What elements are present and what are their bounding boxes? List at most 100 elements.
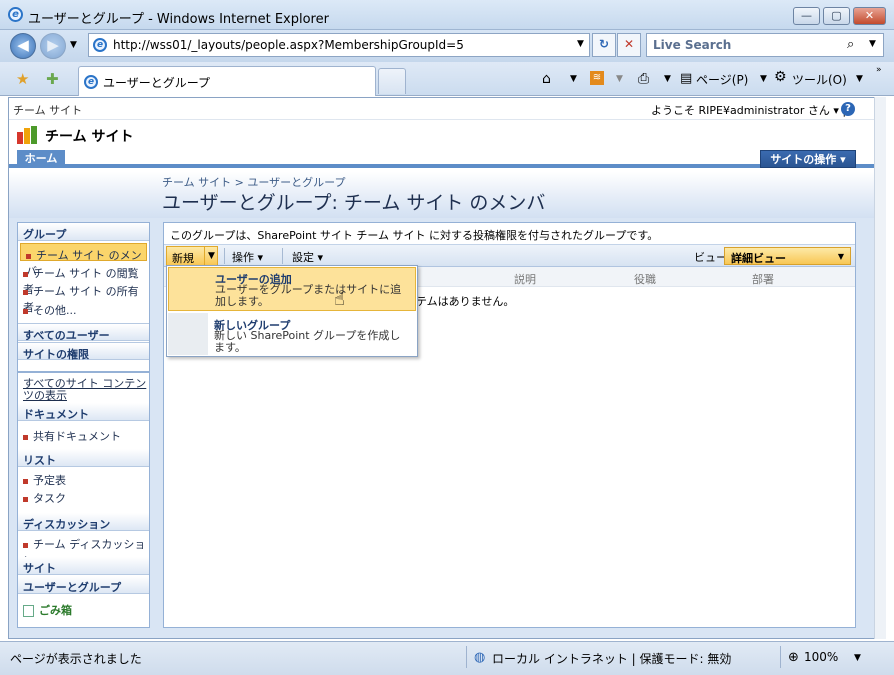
nav-label: 予定表 [33,474,66,487]
address-input[interactable]: e http://wss01/_layouts/people.aspx?Memb… [88,33,590,57]
status-bar: ページが表示されました ◍ ローカル イントラネット | 保護モード: 無効 ⊕… [0,641,894,675]
nav-label: タスク [33,492,66,505]
zoom-dropdown-icon[interactable]: ▼ [854,653,861,663]
recycle-bin-icon [23,605,34,617]
tab-home[interactable]: ホーム [17,150,65,168]
feeds-icon[interactable]: ≋ [590,71,604,85]
window-titlebar: e ユーザーとグループ - Windows Internet Explorer … [0,0,894,30]
page-menu[interactable]: ページ(P) [696,71,748,88]
home-dropdown-icon[interactable]: ▼ [570,74,577,84]
welcome-text: ようこそ RIPE¥administrator さん [651,104,830,117]
print-icon[interactable]: ⎙ [638,71,649,87]
nav-recycle-bin[interactable]: ごみ箱 [18,599,149,617]
favorites-star-icon[interactable]: ★ [16,70,29,88]
nav-label: ごみ箱 [39,604,72,617]
nav-group-visitors[interactable]: チーム サイト の閲覧者 [18,262,149,296]
bullet-icon [23,308,28,314]
tools-gear-icon: ⚙ [774,69,787,85]
status-text: ページが表示されました [10,652,142,666]
security-zone[interactable]: ローカル イントラネット | 保護モード: 無効 [492,650,731,667]
status-divider [780,646,781,668]
page-menu-arrow-icon[interactable]: ▼ [760,74,767,84]
status-divider [466,646,467,668]
back-button[interactable]: ◀ [10,33,36,59]
nav-all-users[interactable]: すべてのユーザー [18,323,149,342]
search-icon[interactable]: ⌕ [847,37,854,52]
address-url: http://wss01/_layouts/people.aspx?Member… [113,38,464,52]
bullet-icon [23,496,28,502]
nav-all-content[interactable]: すべてのサイト コンテンツの表示 [18,375,149,403]
address-dropdown-icon[interactable]: ▼ [577,39,584,49]
new-tab-button[interactable] [378,68,406,94]
history-dropdown-icon[interactable]: ▼ [70,40,77,50]
nav-site-permissions[interactable]: サイトの権限 [18,342,149,361]
nav-people-groups[interactable]: ユーザーとグループ [18,576,149,594]
maximize-button[interactable]: ▢ [823,7,850,25]
settings-label: 設定 [292,251,314,264]
view-selector[interactable]: 詳細ビュー ▼ [724,247,851,265]
actions-menu[interactable]: 操作 ▾ [232,249,263,265]
quick-launch: グループ チーム サイト のメンバ チーム サイト の閲覧者 チーム サイト の… [17,222,150,628]
top-navigation [9,148,879,168]
nav-sites[interactable]: サイト [18,557,149,575]
top-site-link[interactable]: チーム サイト [13,102,82,118]
ie-logo-icon: e [8,7,23,22]
zoom-level[interactable]: 100% [804,650,838,664]
zoom-icon: ⊕ [788,650,799,665]
chevron-more-icon[interactable]: » [876,65,882,75]
forward-button[interactable]: ▶ [40,33,66,59]
nav-group-owners[interactable]: チーム サイト の所有者 [18,280,149,314]
groups-header[interactable]: グループ [18,223,149,241]
minimize-button[interactable]: — [793,7,820,25]
home-icon[interactable]: ⌂ [542,71,551,87]
print-dropdown-icon[interactable]: ▼ [664,74,671,84]
nav-team-discussion[interactable]: チーム ディスカッション [18,533,149,567]
col-department[interactable]: 部署 [752,271,774,287]
search-dropdown-icon[interactable]: ▼ [869,39,876,49]
new-dropdown-icon[interactable]: ▼ [204,247,218,265]
site-actions-menu[interactable]: サイトの操作 ▾ [760,150,856,168]
close-button[interactable]: ✕ [853,7,886,25]
new-menu-button[interactable]: 新規 ▼ [166,246,218,266]
menu-gutter [168,313,208,355]
refresh-button[interactable]: ↻ [592,33,616,57]
nav-group-members[interactable]: チーム サイト のメンバ [20,243,147,278]
nav-lists[interactable]: リスト [18,449,149,467]
settings-menu[interactable]: 設定 ▾ [292,249,323,265]
feeds-dropdown-icon[interactable]: ▼ [616,74,623,84]
col-title[interactable]: 役職 [634,271,656,287]
help-icon[interactable]: ? [841,102,855,116]
sharepoint-topbar: チーム サイト ようこそ RIPE¥administrator さん ▾ | ? [9,98,879,120]
stop-button[interactable]: ✕ [617,33,641,57]
bullet-icon [23,478,28,484]
tab-page-icon: e [84,75,98,89]
toolbar-divider [224,248,225,264]
page-icon: e [93,38,107,52]
new-dropdown-menu: ユーザーの追加 ユーザーをグループまたはサイトに追加します。 新しいグループ 新… [166,265,418,357]
menu-new-group[interactable]: 新しいグループ 新しい SharePoint グループを作成します。 [168,313,416,355]
nav-tasks[interactable]: タスク [18,487,149,505]
empty-message: テムはありません。 [416,295,515,308]
bullet-icon [23,434,28,440]
tools-menu[interactable]: ツール(O) [792,71,847,88]
add-favorites-icon[interactable]: ✚ [46,70,59,88]
site-logo-icon [17,126,39,144]
search-input[interactable]: Live Search ⌕ ▼ [646,33,884,57]
nav-group-more[interactable]: その他... [18,299,149,317]
tools-menu-arrow-icon[interactable]: ▼ [856,74,863,84]
actions-label: 操作 [232,251,254,264]
new-label: 新規 [172,252,194,265]
nav-calendar[interactable]: 予定表 [18,469,149,487]
nav-shared-documents[interactable]: 共有ドキュメント [18,425,149,443]
bullet-icon [23,289,28,295]
list-toolbar: 新規 ▼ 操作 ▾ 設定 ▾ ビュー: 詳細ビュー ▼ [164,245,855,267]
menu-add-users[interactable]: ユーザーの追加 ユーザーをグループまたはサイトに追加します。 [168,267,416,311]
nav-documents[interactable]: ドキュメント [18,403,149,421]
page-scrollbar[interactable] [874,97,886,639]
col-description[interactable]: 説明 [514,271,536,287]
bullet-icon [23,542,28,548]
page-title: ユーザーとグループ: チーム サイト のメンバ [162,192,546,214]
tab-people[interactable]: e ユーザーとグループ [78,66,376,96]
nav-discussions[interactable]: ディスカッション [18,513,149,531]
welcome-menu[interactable]: ようこそ RIPE¥administrator さん ▾ | [651,102,846,118]
